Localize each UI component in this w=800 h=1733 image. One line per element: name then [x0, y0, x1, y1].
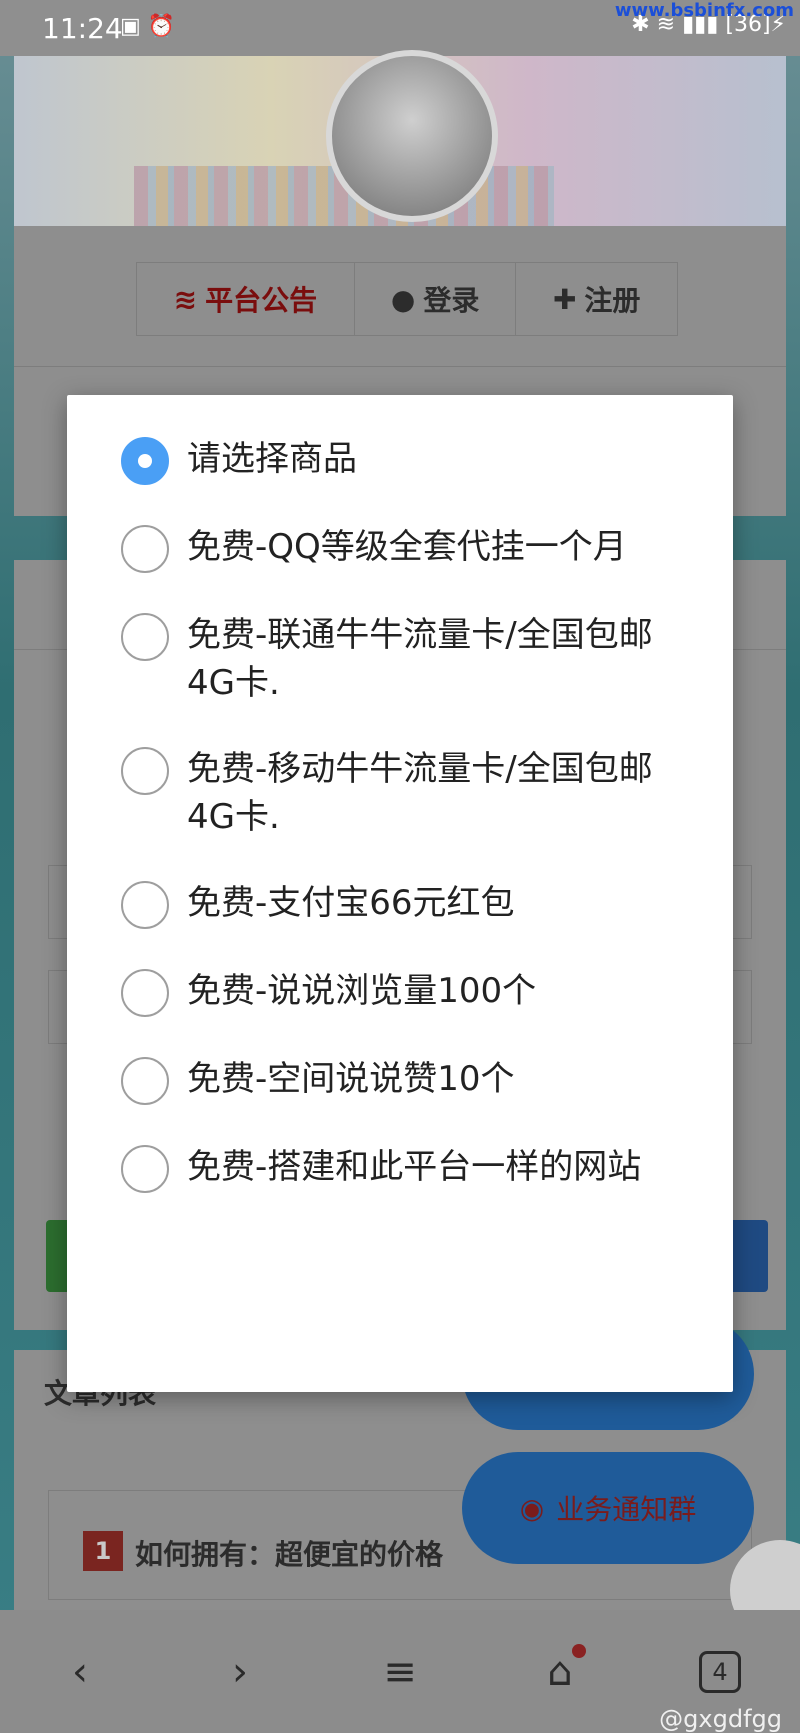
- radio[interactable]: [121, 881, 169, 929]
- radio[interactable]: [121, 969, 169, 1017]
- option-3[interactable]: 免费-移动牛牛流量卡/全国包邮4G卡.: [67, 745, 733, 841]
- option-6[interactable]: 免费-空间说说赞10个: [67, 1055, 733, 1105]
- option-label: 免费-移动牛牛流量卡/全国包邮4G卡.: [187, 749, 653, 837]
- option-7[interactable]: 免费-搭建和此平台一样的网站: [67, 1143, 733, 1193]
- option-label: 免费-支付宝66元红包: [187, 883, 515, 923]
- radio[interactable]: [121, 613, 169, 661]
- option-2[interactable]: 免费-联通牛牛流量卡/全国包邮4G卡.: [67, 611, 733, 707]
- option-5[interactable]: 免费-说说浏览量100个: [67, 967, 733, 1017]
- radio[interactable]: [121, 525, 169, 573]
- product-select-dialog: 请选择商品 免费-QQ等级全套代挂一个月 免费-联通牛牛流量卡/全国包邮4G卡.…: [67, 395, 733, 1392]
- option-4[interactable]: 免费-支付宝66元红包: [67, 879, 733, 929]
- option-label: 免费-搭建和此平台一样的网站: [187, 1147, 642, 1187]
- option-label: 请选择商品: [187, 439, 357, 479]
- option-label: 免费-联通牛牛流量卡/全国包邮4G卡.: [187, 615, 653, 703]
- option-label: 免费-说说浏览量100个: [187, 971, 537, 1011]
- option-1[interactable]: 免费-QQ等级全套代挂一个月: [67, 523, 733, 573]
- option-0[interactable]: 请选择商品: [67, 435, 733, 485]
- option-label: 免费-空间说说赞10个: [187, 1059, 515, 1099]
- radio[interactable]: [121, 747, 169, 795]
- option-label: 免费-QQ等级全套代挂一个月: [187, 527, 627, 567]
- radio[interactable]: [121, 1057, 169, 1105]
- radio-checked[interactable]: [121, 437, 169, 485]
- radio[interactable]: [121, 1145, 169, 1193]
